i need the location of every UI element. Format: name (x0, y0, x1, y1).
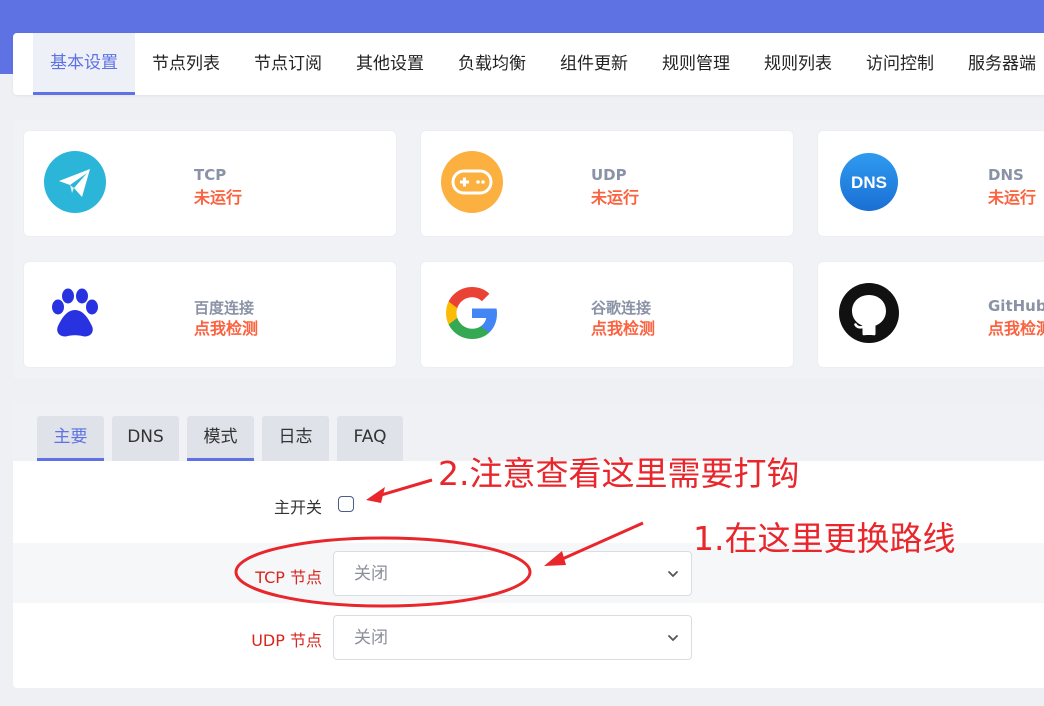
card-status: 未运行 (988, 188, 1037, 207)
chevron-down-icon (668, 571, 678, 577)
settings-tab-main[interactable]: 主要 (37, 416, 104, 461)
card-title: GitHub (988, 297, 1044, 315)
status-card-google[interactable]: 谷歌连接 点我检测 (420, 261, 794, 368)
settings-tab-mode[interactable]: 模式 (187, 416, 254, 461)
tab-component-update[interactable]: 组件更新 (546, 33, 642, 95)
card-title: DNS (988, 166, 1024, 184)
github-icon (839, 283, 899, 343)
udp-node-select[interactable]: 关闭 (333, 615, 692, 660)
udp-node-value: 关闭 (354, 628, 388, 648)
baidu-paw-icon (52, 288, 98, 337)
gamepad-icon (441, 151, 503, 213)
status-card-github[interactable]: GitHub 点我检测 (817, 261, 1044, 368)
card-title: TCP (194, 166, 227, 184)
google-icon (446, 287, 497, 339)
tcp-node-label: TCP 节点 (255, 568, 322, 587)
dns-icon: DNS (840, 153, 898, 211)
tab-server[interactable]: 服务器端 (954, 33, 1044, 95)
tab-basic-settings[interactable]: 基本设置 (33, 33, 135, 95)
main-switch-label: 主开关 (273, 498, 322, 517)
svg-text:DNS: DNS (851, 173, 887, 192)
status-card-baidu[interactable]: 百度连接 点我检测 (23, 261, 397, 368)
tab-access-control[interactable]: 访问控制 (852, 33, 948, 95)
tab-node-list[interactable]: 节点列表 (138, 33, 234, 95)
status-panel: TCP 未运行 UDP 未运行 DNS DNS 未运行 百度连接 点我检测 谷歌… (13, 120, 1044, 379)
annotation-check-note: 2.注意查看这里需要打钩 (438, 454, 800, 493)
status-card-udp[interactable]: UDP 未运行 (420, 130, 794, 237)
card-status: 未运行 (194, 188, 243, 207)
card-status: 点我检测 (194, 319, 259, 338)
main-switch-checkbox[interactable] (338, 496, 354, 512)
main-tabbar: 基本设置 节点列表 节点订阅 其他设置 负载均衡 组件更新 规则管理 规则列表 … (13, 33, 1044, 95)
annotation-route-note: 1.在这里更换路线 (693, 519, 956, 558)
settings-tab-dns[interactable]: DNS (112, 416, 179, 461)
card-status: 未运行 (591, 188, 640, 207)
tab-rule-list[interactable]: 规则列表 (750, 33, 846, 95)
card-status: 点我检测 (988, 319, 1044, 338)
card-title: UDP (591, 166, 627, 184)
status-card-tcp[interactable]: TCP 未运行 (23, 130, 397, 237)
tab-rule-manage[interactable]: 规则管理 (648, 33, 744, 95)
chevron-down-icon (668, 635, 678, 641)
settings-tab-log[interactable]: 日志 (262, 416, 329, 461)
tab-node-subscribe[interactable]: 节点订阅 (240, 33, 336, 95)
status-card-dns[interactable]: DNS DNS 未运行 (817, 130, 1044, 237)
udp-node-label: UDP 节点 (251, 631, 322, 650)
tab-load-balance[interactable]: 负载均衡 (444, 33, 540, 95)
card-status: 点我检测 (591, 319, 656, 338)
tcp-node-value: 关闭 (354, 564, 388, 584)
tab-other-settings[interactable]: 其他设置 (342, 33, 438, 95)
settings-tab-faq[interactable]: FAQ (337, 416, 403, 461)
tcp-node-select[interactable]: 关闭 (333, 551, 692, 596)
paper-plane-icon (44, 151, 106, 213)
